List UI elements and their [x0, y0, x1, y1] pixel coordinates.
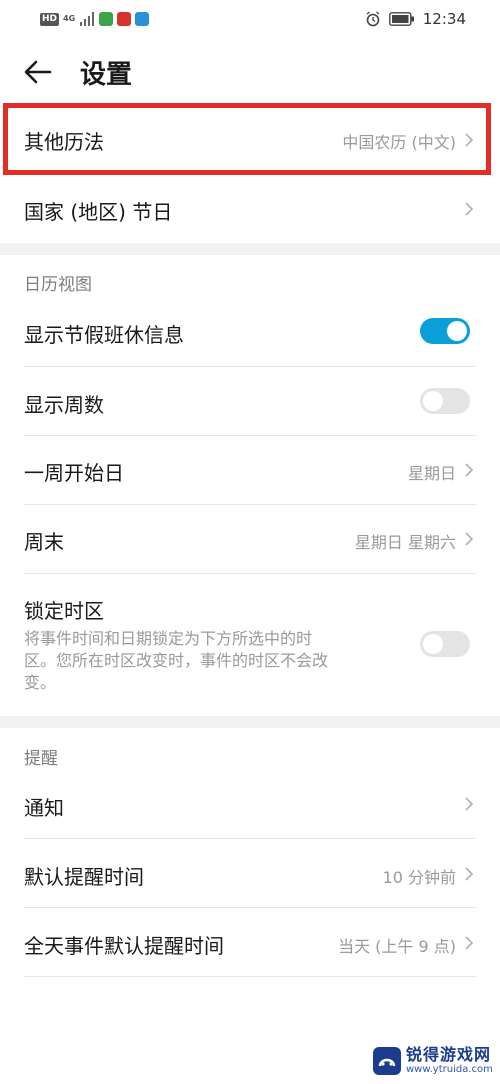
description-line: 区。您所在时区改变时，事件的时区不会改	[24, 651, 329, 670]
section-gap	[0, 243, 500, 255]
notifications-label: 通知	[24, 796, 64, 820]
week-start-row[interactable]: 一周开始日 星期日	[0, 436, 500, 504]
show-week-numbers-toggle[interactable]	[420, 388, 470, 414]
allday-reminder-label: 全天事件默认提醒时间	[24, 934, 224, 958]
app-blue-icon	[135, 12, 150, 26]
toggle-knob	[423, 391, 443, 411]
default-reminder-label: 默认提醒时间	[24, 865, 144, 889]
watermark: 锐得游戏网 www.ytruida.com	[372, 1046, 493, 1076]
back-arrow-icon	[24, 60, 52, 84]
watermark-title: 锐得游戏网	[406, 1045, 492, 1064]
chevron-right-icon	[465, 463, 474, 477]
app-red-icon	[117, 12, 132, 26]
status-right: 12:34	[365, 9, 466, 29]
default-reminder-row[interactable]: 默认提醒时间 10 分钟前	[0, 839, 500, 907]
status-left: HD 4G	[40, 10, 150, 28]
other-calendar-value: 中国农历 (中文)	[342, 133, 456, 152]
network-badge: 4G	[63, 14, 76, 23]
chevron-right-icon	[465, 867, 474, 881]
alarm-icon	[366, 11, 380, 27]
description-line: 变。	[24, 673, 57, 692]
chevron-right-icon	[465, 936, 474, 950]
description-line: 将事件时间和日期锁定为下方所选中的时	[24, 629, 313, 648]
divider	[24, 976, 476, 977]
battery-icon	[388, 12, 414, 26]
show-week-numbers-label: 显示周数	[24, 393, 104, 417]
notifications-row[interactable]: 通知	[0, 770, 500, 838]
settings-screen: HD 4G 12:34 设置 其他历法 中国农历 (中文) 国家 (地区) 节日…	[0, 0, 500, 1084]
toggle-knob	[447, 321, 467, 341]
status-bar: HD 4G 12:34	[0, 0, 500, 40]
lock-timezone-label: 锁定时区	[24, 599, 104, 623]
weekend-value: 星期日 星期六	[354, 533, 456, 552]
page-title: 设置	[80, 60, 133, 90]
show-holidays-row[interactable]: 显示节假班休信息	[0, 296, 500, 366]
calendar-view-section-title: 日历视图	[24, 275, 92, 295]
signal-icon	[80, 12, 95, 26]
chevron-right-icon	[465, 133, 474, 147]
weekend-label: 周末	[24, 530, 64, 554]
lock-timezone-toggle[interactable]	[420, 631, 470, 657]
app-header: 设置	[0, 40, 500, 102]
lock-timezone-row[interactable]: 锁定时区 将事件时间和日期锁定为下方所选中的时 区。您所在时区改变时，事件的时区…	[0, 574, 500, 716]
allday-reminder-row[interactable]: 全天事件默认提醒时间 当天 (上午 9 点)	[0, 908, 500, 976]
status-time: 12:34	[422, 10, 466, 28]
allday-reminder-value: 当天 (上午 9 点)	[338, 937, 456, 956]
watermark-logo-icon	[373, 1047, 401, 1075]
show-holidays-toggle[interactable]	[420, 318, 470, 344]
section-gap	[0, 716, 500, 728]
reminders-section-title: 提醒	[24, 749, 58, 769]
chevron-right-icon	[465, 532, 474, 546]
other-calendar-label: 其他历法	[24, 130, 104, 154]
show-holidays-label: 显示节假班休信息	[24, 323, 184, 347]
back-button[interactable]	[18, 52, 58, 92]
app-green-icon	[99, 12, 114, 26]
holidays-row[interactable]: 国家 (地区) 节日	[0, 175, 500, 243]
other-calendar-row[interactable]: 其他历法 中国农历 (中文)	[0, 104, 500, 174]
week-start-value: 星期日	[407, 464, 456, 483]
default-reminder-value: 10 分钟前	[382, 868, 456, 887]
watermark-texts: 锐得游戏网 www.ytruida.com	[406, 1046, 493, 1076]
watermark-url: www.ytruida.com	[406, 1064, 493, 1075]
lock-timezone-description: 将事件时间和日期锁定为下方所选中的时 区。您所在时区改变时，事件的时区不会改 变…	[24, 628, 404, 694]
weekend-row[interactable]: 周末 星期日 星期六	[0, 505, 500, 573]
hd-badge: HD	[40, 12, 60, 26]
toggle-knob	[423, 634, 443, 654]
show-week-numbers-row[interactable]: 显示周数	[0, 367, 500, 435]
holidays-label: 国家 (地区) 节日	[24, 200, 173, 224]
week-start-label: 一周开始日	[24, 461, 124, 485]
chevron-right-icon	[465, 797, 474, 811]
chevron-right-icon	[465, 202, 474, 216]
